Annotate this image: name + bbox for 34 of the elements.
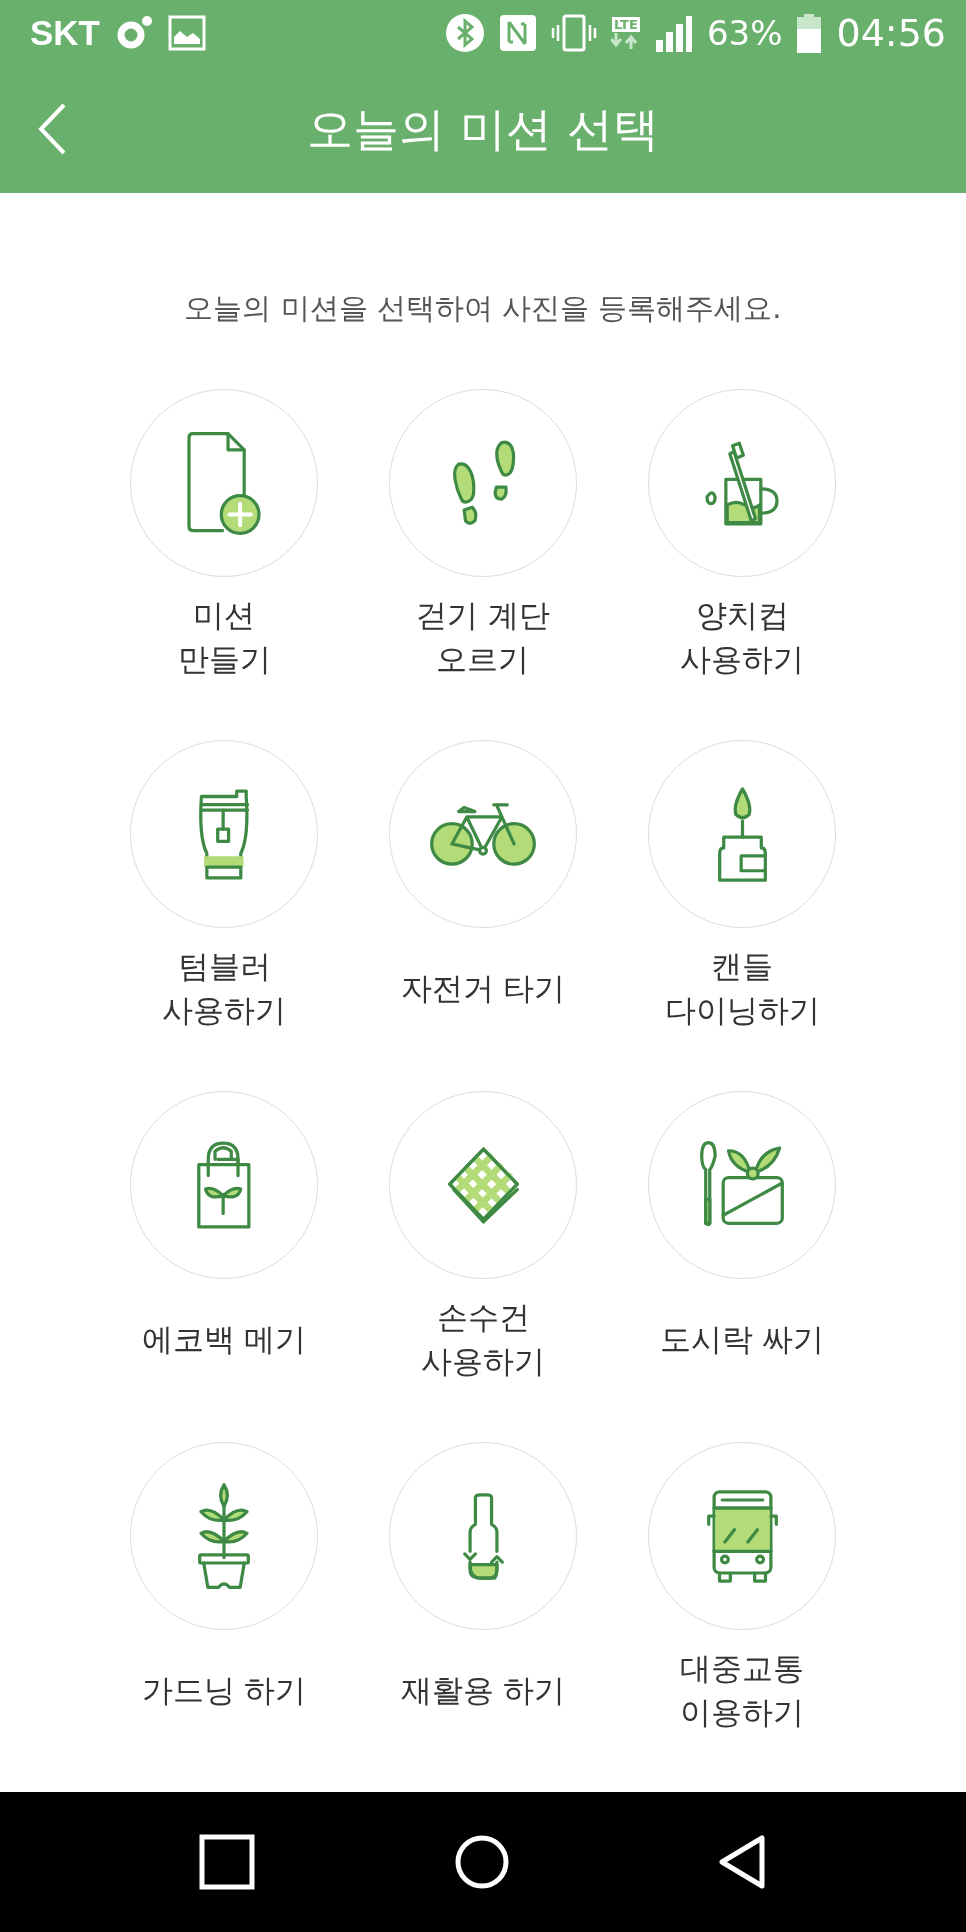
mission-label: 대중교통 이용하기 (680, 1649, 804, 1732)
mission-label: 미션 만들기 (177, 596, 271, 679)
clock-time: 04:56 (836, 11, 946, 55)
mobile-data-indicator: LTE (610, 17, 641, 49)
mission-label: 재활용 하기 (400, 1671, 566, 1710)
handkerchief-icon (446, 1144, 520, 1226)
mission-label: 양치컵 사용하기 (680, 596, 804, 679)
mission-label: 도시락 싸기 (659, 1320, 825, 1359)
toothbrush-cup-icon (703, 438, 781, 528)
battery-percent: 63% (706, 13, 783, 53)
potted-plant-icon (197, 1482, 251, 1590)
bicycle-icon (429, 801, 537, 867)
carrier-name: SKT (30, 13, 100, 53)
mission-label: 걷기 계단 오르기 (416, 596, 550, 679)
candle-icon (716, 785, 768, 883)
instruction-text: 오늘의 미션을 선택하여 사진을 등록해주세요. (184, 290, 782, 327)
bus-icon (705, 1488, 779, 1584)
bottle-icon (461, 1491, 505, 1581)
back-button[interactable] (36, 102, 68, 156)
page-title: 오늘의 미션 선택 (307, 100, 659, 158)
image-icon (168, 15, 206, 51)
bluetooth-icon (444, 13, 485, 53)
mission-label: 자전거 타기 (400, 969, 566, 1008)
nfc-icon (498, 14, 537, 52)
mission-label: 손수건 사용하기 (421, 1298, 545, 1381)
mission-label: 가드닝 하기 (141, 1671, 307, 1710)
mission-label: 에코백 메기 (141, 1320, 307, 1359)
document-plus-icon (186, 430, 262, 536)
mission-label: 텀블러 사용하기 (162, 947, 286, 1030)
mission-label: 캔들 다이닝하기 (664, 947, 820, 1030)
battery-icon (796, 13, 823, 53)
vibrate-icon (550, 13, 597, 53)
tote-bag-icon (195, 1139, 253, 1231)
signal-icon (654, 14, 693, 52)
